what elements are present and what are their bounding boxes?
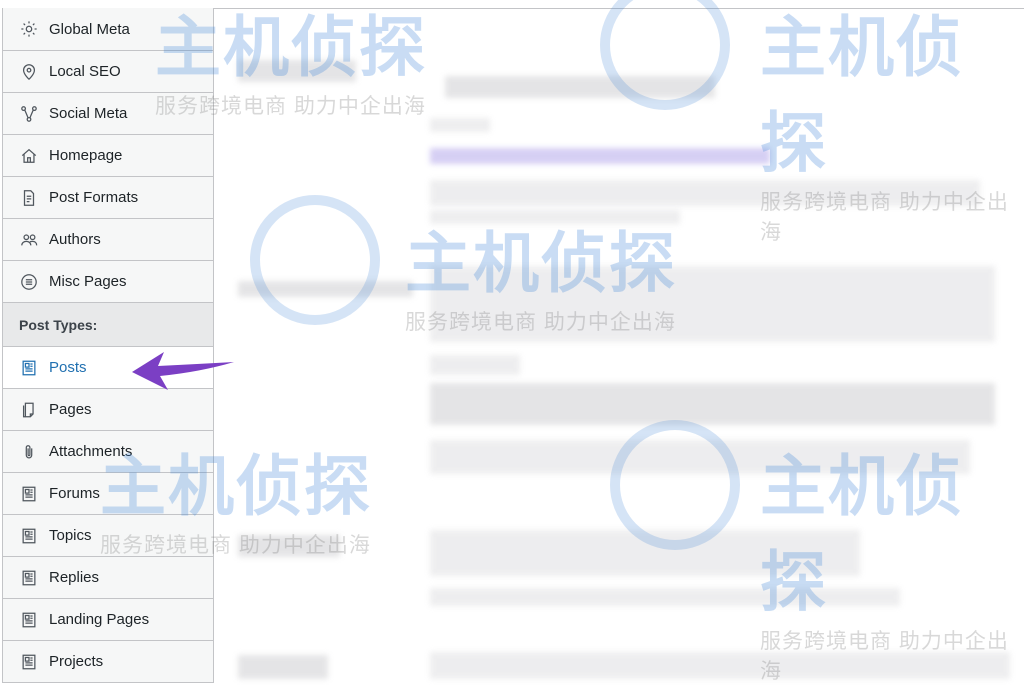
- home-icon: [19, 146, 39, 166]
- sidebar-item-pages[interactable]: Pages: [3, 389, 213, 431]
- sidebar-item-misc-pages[interactable]: Misc Pages: [3, 261, 213, 303]
- sidebar-item-replies[interactable]: Replies: [3, 557, 213, 599]
- sidebar-item-label: Pages: [49, 401, 92, 418]
- blurred-input: [430, 266, 995, 342]
- sidebar-item-landing-pages[interactable]: Landing Pages: [3, 599, 213, 641]
- sidebar-item-label: Posts: [49, 359, 87, 376]
- blurred-label: [238, 535, 340, 557]
- blurred-input: [430, 652, 1010, 679]
- sidebar-item-label: Authors: [49, 231, 101, 248]
- share-icon: [19, 104, 39, 124]
- blurred-link: [430, 148, 770, 164]
- watermark-logo: [610, 420, 740, 550]
- sidebar-item-attachments[interactable]: Attachments: [3, 431, 213, 473]
- sidebar-item-projects[interactable]: Projects: [3, 641, 213, 683]
- sidebar-item-label: Post Formats: [49, 189, 139, 206]
- sidebar-item-label: Homepage: [49, 147, 123, 164]
- sidebar-item-post-formats[interactable]: Post Formats: [3, 177, 213, 219]
- sidebar-item-authors[interactable]: Authors: [3, 219, 213, 261]
- blurred-text: [430, 210, 680, 224]
- post-icon: [19, 484, 39, 504]
- blurred-label: [238, 655, 328, 679]
- sidebar-item-forums[interactable]: Forums: [3, 473, 213, 515]
- page-icon: [19, 400, 39, 420]
- post-icon: [19, 358, 39, 378]
- post-types-heading: Post Types:: [3, 303, 213, 347]
- post-icon: [19, 610, 39, 630]
- post-icon: [19, 568, 39, 588]
- blurred-text: [430, 588, 900, 606]
- settings-sidebar: Global Meta Local SEO Social Meta Homepa…: [2, 8, 214, 683]
- blurred-text: [430, 383, 995, 425]
- paperclip-icon: [19, 442, 39, 462]
- post-icon: [19, 652, 39, 672]
- sidebar-item-topics[interactable]: Topics: [3, 515, 213, 557]
- sidebar-item-label: Attachments: [49, 443, 133, 460]
- sidebar-item-global-meta[interactable]: Global Meta: [3, 8, 213, 51]
- sidebar-item-social-meta[interactable]: Social Meta: [3, 93, 213, 135]
- watermark-logo: [250, 195, 380, 325]
- blurred-text: [430, 118, 490, 132]
- gear-icon: [19, 19, 39, 39]
- sidebar-item-homepage[interactable]: Homepage: [3, 135, 213, 177]
- annotation-arrow-icon: [132, 352, 234, 390]
- sidebar-item-label: Global Meta: [49, 20, 130, 38]
- post-icon: [19, 526, 39, 546]
- blurred-label: [238, 60, 356, 82]
- sidebar-item-label: Landing Pages: [49, 611, 150, 628]
- users-icon: [19, 230, 39, 250]
- list-circle-icon: [19, 272, 39, 292]
- blurred-text: [430, 180, 980, 206]
- document-icon: [19, 188, 39, 208]
- map-pin-icon: [19, 62, 39, 82]
- sidebar-item-label: Forums: [49, 485, 100, 502]
- sidebar-item-local-seo[interactable]: Local SEO: [3, 51, 213, 93]
- sidebar-item-label: Projects: [49, 653, 104, 670]
- sidebar-item-label: Social Meta: [49, 105, 128, 122]
- sidebar-item-label: Misc Pages: [49, 273, 127, 290]
- sidebar-item-label: Replies: [49, 569, 100, 586]
- sidebar-item-label: Topics: [49, 527, 92, 544]
- watermark: 主机侦探 服务跨境电商 助力中企出海: [760, 9, 1009, 244]
- blurred-text: [430, 355, 520, 375]
- sidebar-item-label: Local SEO: [49, 63, 121, 80]
